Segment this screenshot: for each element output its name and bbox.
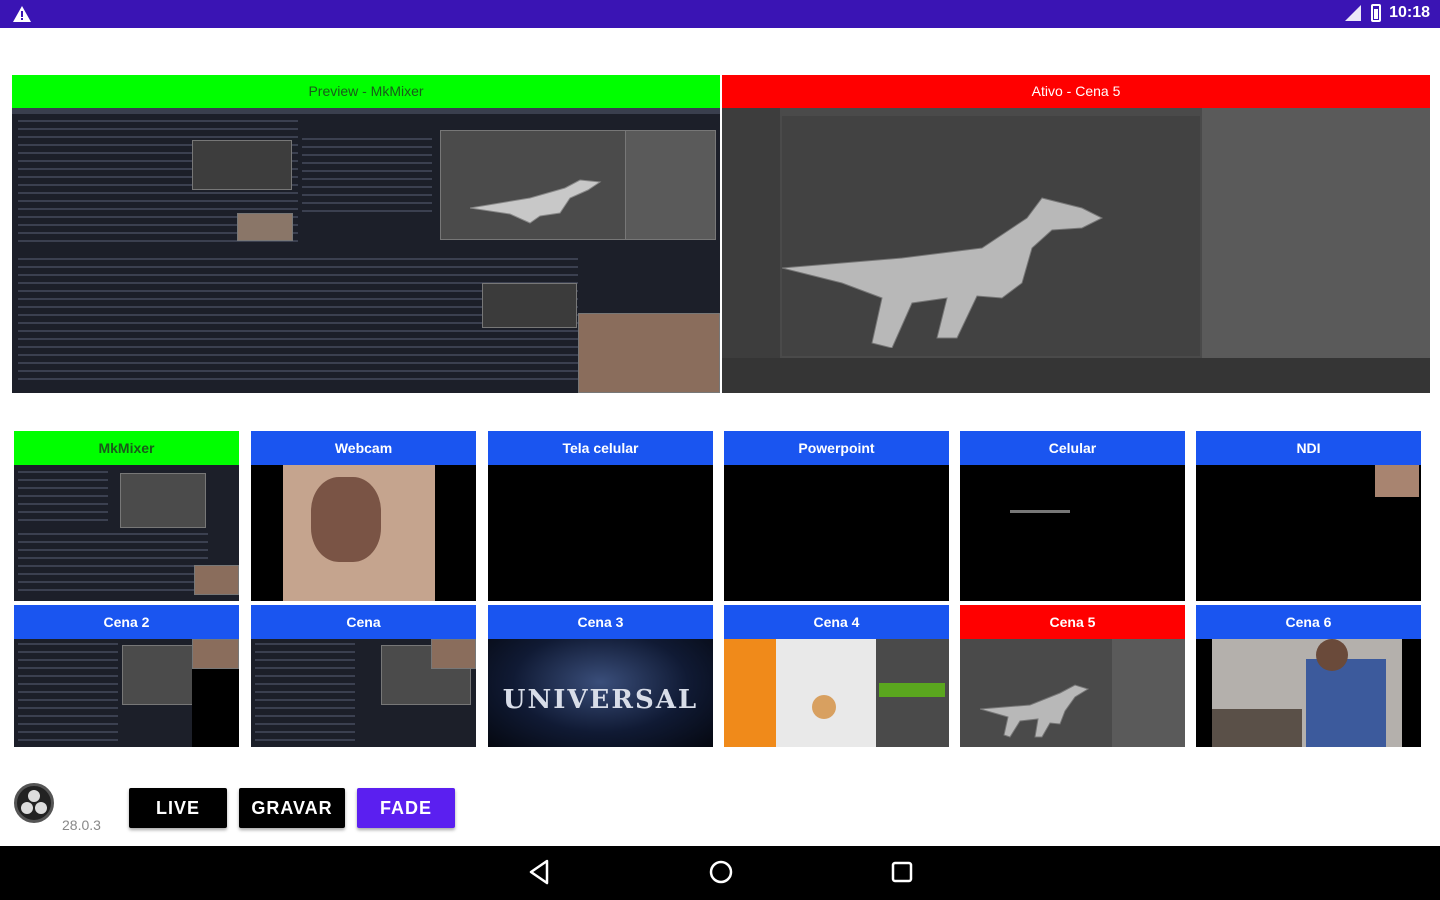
scene-thumbnail — [1196, 639, 1421, 747]
program-image — [722, 108, 1430, 393]
dinosaur-model-image — [782, 197, 1104, 348]
scene-thumbnail — [960, 465, 1185, 601]
scene-label: Cena 3 — [488, 605, 713, 639]
scene-tile-cena-4[interactable]: Cena 4 — [724, 605, 949, 747]
preview-label: Preview - MkMixer — [12, 75, 720, 108]
scene-thumbnail — [14, 639, 239, 747]
scene-label: Webcam — [251, 431, 476, 465]
dinosaur-image — [470, 179, 602, 224]
navigation-bar — [0, 846, 1440, 900]
scene-tile-webcam[interactable]: Webcam — [251, 431, 476, 601]
scene-thumbnail — [251, 465, 476, 601]
scene-tile-cena-6[interactable]: Cena 6 — [1196, 605, 1421, 747]
scene-thumbnail — [251, 639, 476, 747]
scene-tile-powerpoint[interactable]: Powerpoint — [724, 431, 949, 601]
scene-thumbnail — [488, 465, 713, 601]
universal-logo-text: UNIVERSAL — [502, 685, 699, 715]
recents-icon[interactable] — [890, 858, 914, 886]
scene-thumbnail — [1196, 465, 1421, 601]
scene-tile-tela-celular[interactable]: Tela celular — [488, 431, 713, 601]
obs-logo — [14, 783, 54, 823]
fade-button[interactable]: FADE — [357, 788, 455, 828]
scene-label: Cena 6 — [1196, 605, 1421, 639]
scene-label: Cena — [251, 605, 476, 639]
live-button[interactable]: LIVE — [129, 788, 227, 828]
scene-tile-cena-2[interactable]: Cena 2 — [14, 605, 239, 747]
home-icon[interactable] — [707, 858, 735, 886]
dinosaur-model-image — [980, 684, 1090, 738]
preview-panel[interactable]: Preview - MkMixer — [12, 75, 720, 393]
scene-thumbnail: UNIVERSAL — [488, 639, 713, 747]
battery-icon — [1371, 4, 1382, 22]
scene-label: Cena 4 — [724, 605, 949, 639]
scene-tile-mkmixer[interactable]: MkMixer — [14, 431, 239, 601]
program-panel[interactable]: Ativo - Cena 5 — [722, 75, 1430, 393]
scene-label: Cena 2 — [14, 605, 239, 639]
scene-tile-cena[interactable]: Cena — [251, 605, 476, 747]
clock: 10:18 — [1389, 4, 1430, 21]
scene-label: Celular — [960, 431, 1185, 465]
preview-image — [12, 108, 720, 393]
scene-thumbnail — [724, 465, 949, 601]
scene-tile-celular[interactable]: Celular — [960, 431, 1185, 601]
scene-thumbnail — [724, 639, 949, 747]
scene-thumbnail — [960, 639, 1185, 747]
program-label: Ativo - Cena 5 — [722, 75, 1430, 108]
version-label: 28.0.3 — [62, 817, 101, 833]
scene-tile-cena-3[interactable]: Cena 3 UNIVERSAL — [488, 605, 713, 747]
scene-label: MkMixer — [14, 431, 239, 465]
back-icon[interactable] — [527, 858, 551, 886]
scene-thumbnail — [14, 465, 239, 601]
scene-label: Tela celular — [488, 431, 713, 465]
scene-label: NDI — [1196, 431, 1421, 465]
signal-icon — [1345, 5, 1362, 21]
scene-tile-cena-5[interactable]: Cena 5 — [960, 605, 1185, 747]
scene-label: Powerpoint — [724, 431, 949, 465]
warning-icon — [13, 6, 31, 22]
scene-tile-ndi[interactable]: NDI — [1196, 431, 1421, 601]
record-button[interactable]: GRAVAR — [239, 788, 345, 828]
scene-label: Cena 5 — [960, 605, 1185, 639]
status-bar: 10:18 — [0, 0, 1440, 28]
